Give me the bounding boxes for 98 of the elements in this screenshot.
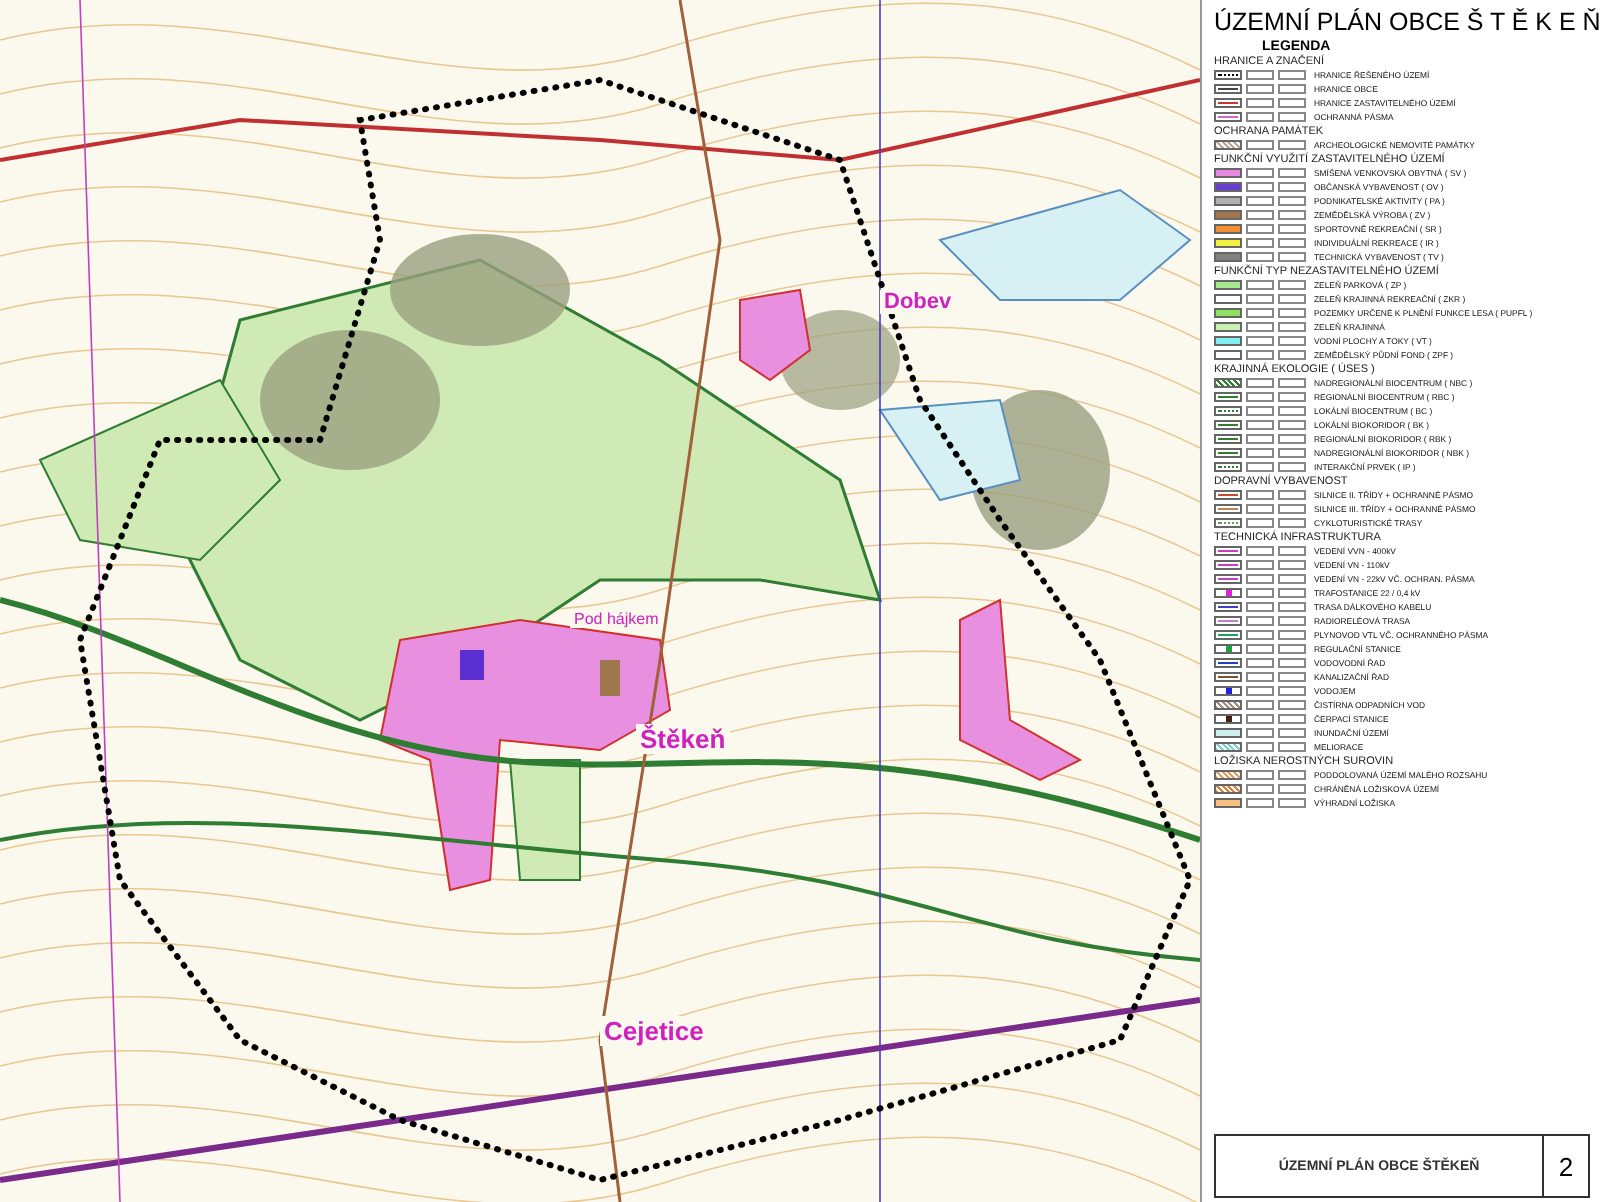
empty-swatch <box>1278 518 1306 528</box>
empty-swatch <box>1246 728 1274 738</box>
empty-swatch <box>1278 504 1306 514</box>
empty-swatch <box>1246 420 1274 430</box>
empty-swatch <box>1278 224 1306 234</box>
empty-swatch <box>1246 560 1274 570</box>
empty-swatch <box>1278 196 1306 206</box>
place-name: Štěkeň <box>636 724 730 754</box>
empty-swatch <box>1246 448 1274 458</box>
empty-swatch <box>1278 714 1306 724</box>
empty-swatch <box>1246 392 1274 402</box>
empty-swatch <box>1278 602 1306 612</box>
empty-swatch <box>1278 616 1306 626</box>
empty-swatch <box>1278 280 1306 290</box>
empty-swatch <box>1278 644 1306 654</box>
empty-swatch <box>1246 308 1274 318</box>
empty-swatch <box>1278 70 1306 80</box>
empty-swatch <box>1278 490 1306 500</box>
empty-swatch <box>1246 798 1274 808</box>
empty-swatch <box>1246 546 1274 556</box>
empty-swatch <box>1278 700 1306 710</box>
empty-swatch <box>1246 140 1274 150</box>
empty-swatch <box>1246 784 1274 794</box>
empty-swatch <box>1278 350 1306 360</box>
empty-swatch <box>1278 140 1306 150</box>
empty-swatch <box>1278 238 1306 248</box>
empty-swatch <box>1278 322 1306 332</box>
empty-swatch <box>1246 434 1274 444</box>
empty-swatch <box>1246 168 1274 178</box>
empty-swatch <box>1278 98 1306 108</box>
empty-swatch <box>1278 630 1306 640</box>
empty-swatch <box>1246 518 1274 528</box>
empty-swatch <box>1246 672 1274 682</box>
empty-swatch <box>1278 378 1306 388</box>
place-name: Dobev <box>880 290 956 314</box>
empty-swatch <box>1246 602 1274 612</box>
empty-swatch <box>1246 714 1274 724</box>
empty-swatch <box>1278 434 1306 444</box>
empty-swatch <box>1278 168 1306 178</box>
empty-swatch <box>1278 462 1306 472</box>
empty-swatch <box>1278 798 1306 808</box>
empty-swatch <box>1246 406 1274 416</box>
empty-swatch <box>1278 728 1306 738</box>
empty-swatch <box>1246 644 1274 654</box>
empty-swatch <box>1246 280 1274 290</box>
empty-swatch <box>1246 742 1274 752</box>
empty-swatch <box>1278 406 1306 416</box>
empty-swatch <box>1278 420 1306 430</box>
empty-swatch <box>1278 686 1306 696</box>
empty-swatch <box>1278 742 1306 752</box>
empty-swatch <box>1246 490 1274 500</box>
empty-swatch <box>1246 70 1274 80</box>
empty-swatch <box>1278 392 1306 402</box>
empty-swatch <box>1246 238 1274 248</box>
sheet-number: 2 <box>1556 1149 1576 1185</box>
empty-swatch <box>1246 294 1274 304</box>
empty-swatch <box>1246 616 1274 626</box>
empty-swatch <box>1278 210 1306 220</box>
empty-swatch <box>1246 84 1274 94</box>
empty-swatch <box>1278 84 1306 94</box>
empty-swatch <box>1246 182 1274 192</box>
empty-swatch <box>1246 462 1274 472</box>
empty-swatch <box>1246 210 1274 220</box>
empty-swatch <box>1246 378 1274 388</box>
empty-swatch <box>1246 196 1274 206</box>
empty-swatch <box>1278 574 1306 584</box>
empty-swatch <box>1278 658 1306 668</box>
empty-swatch <box>1278 336 1306 346</box>
place-name: Pod hájkem <box>570 610 663 628</box>
empty-swatch <box>1278 672 1306 682</box>
empty-swatch <box>1278 560 1306 570</box>
empty-swatch <box>1246 322 1274 332</box>
empty-swatch <box>1278 294 1306 304</box>
empty-swatch <box>1246 770 1274 780</box>
empty-swatch <box>1246 224 1274 234</box>
empty-swatch <box>1246 588 1274 598</box>
empty-swatch <box>1246 252 1274 262</box>
empty-swatch <box>1278 182 1306 192</box>
empty-swatch <box>1278 448 1306 458</box>
empty-swatch <box>1246 336 1274 346</box>
empty-swatch <box>1246 350 1274 360</box>
empty-swatch <box>1278 112 1306 122</box>
empty-swatch <box>1246 98 1274 108</box>
empty-swatch <box>1246 574 1274 584</box>
empty-swatch <box>1278 252 1306 262</box>
empty-swatch <box>1278 784 1306 794</box>
empty-swatch <box>1246 112 1274 122</box>
empty-swatch <box>1246 686 1274 696</box>
empty-swatch <box>1246 658 1274 668</box>
map-title: ÚZEMNÍ PLÁN OBCE Š T Ě K E Ň <box>1214 6 1600 38</box>
empty-swatch <box>1246 504 1274 514</box>
place-name: Cejetice <box>600 1016 708 1046</box>
empty-swatch <box>1278 770 1306 780</box>
empty-swatch <box>1278 588 1306 598</box>
empty-swatch <box>1278 546 1306 556</box>
empty-swatch <box>1246 630 1274 640</box>
empty-swatch <box>1246 700 1274 710</box>
empty-swatch <box>1278 308 1306 318</box>
